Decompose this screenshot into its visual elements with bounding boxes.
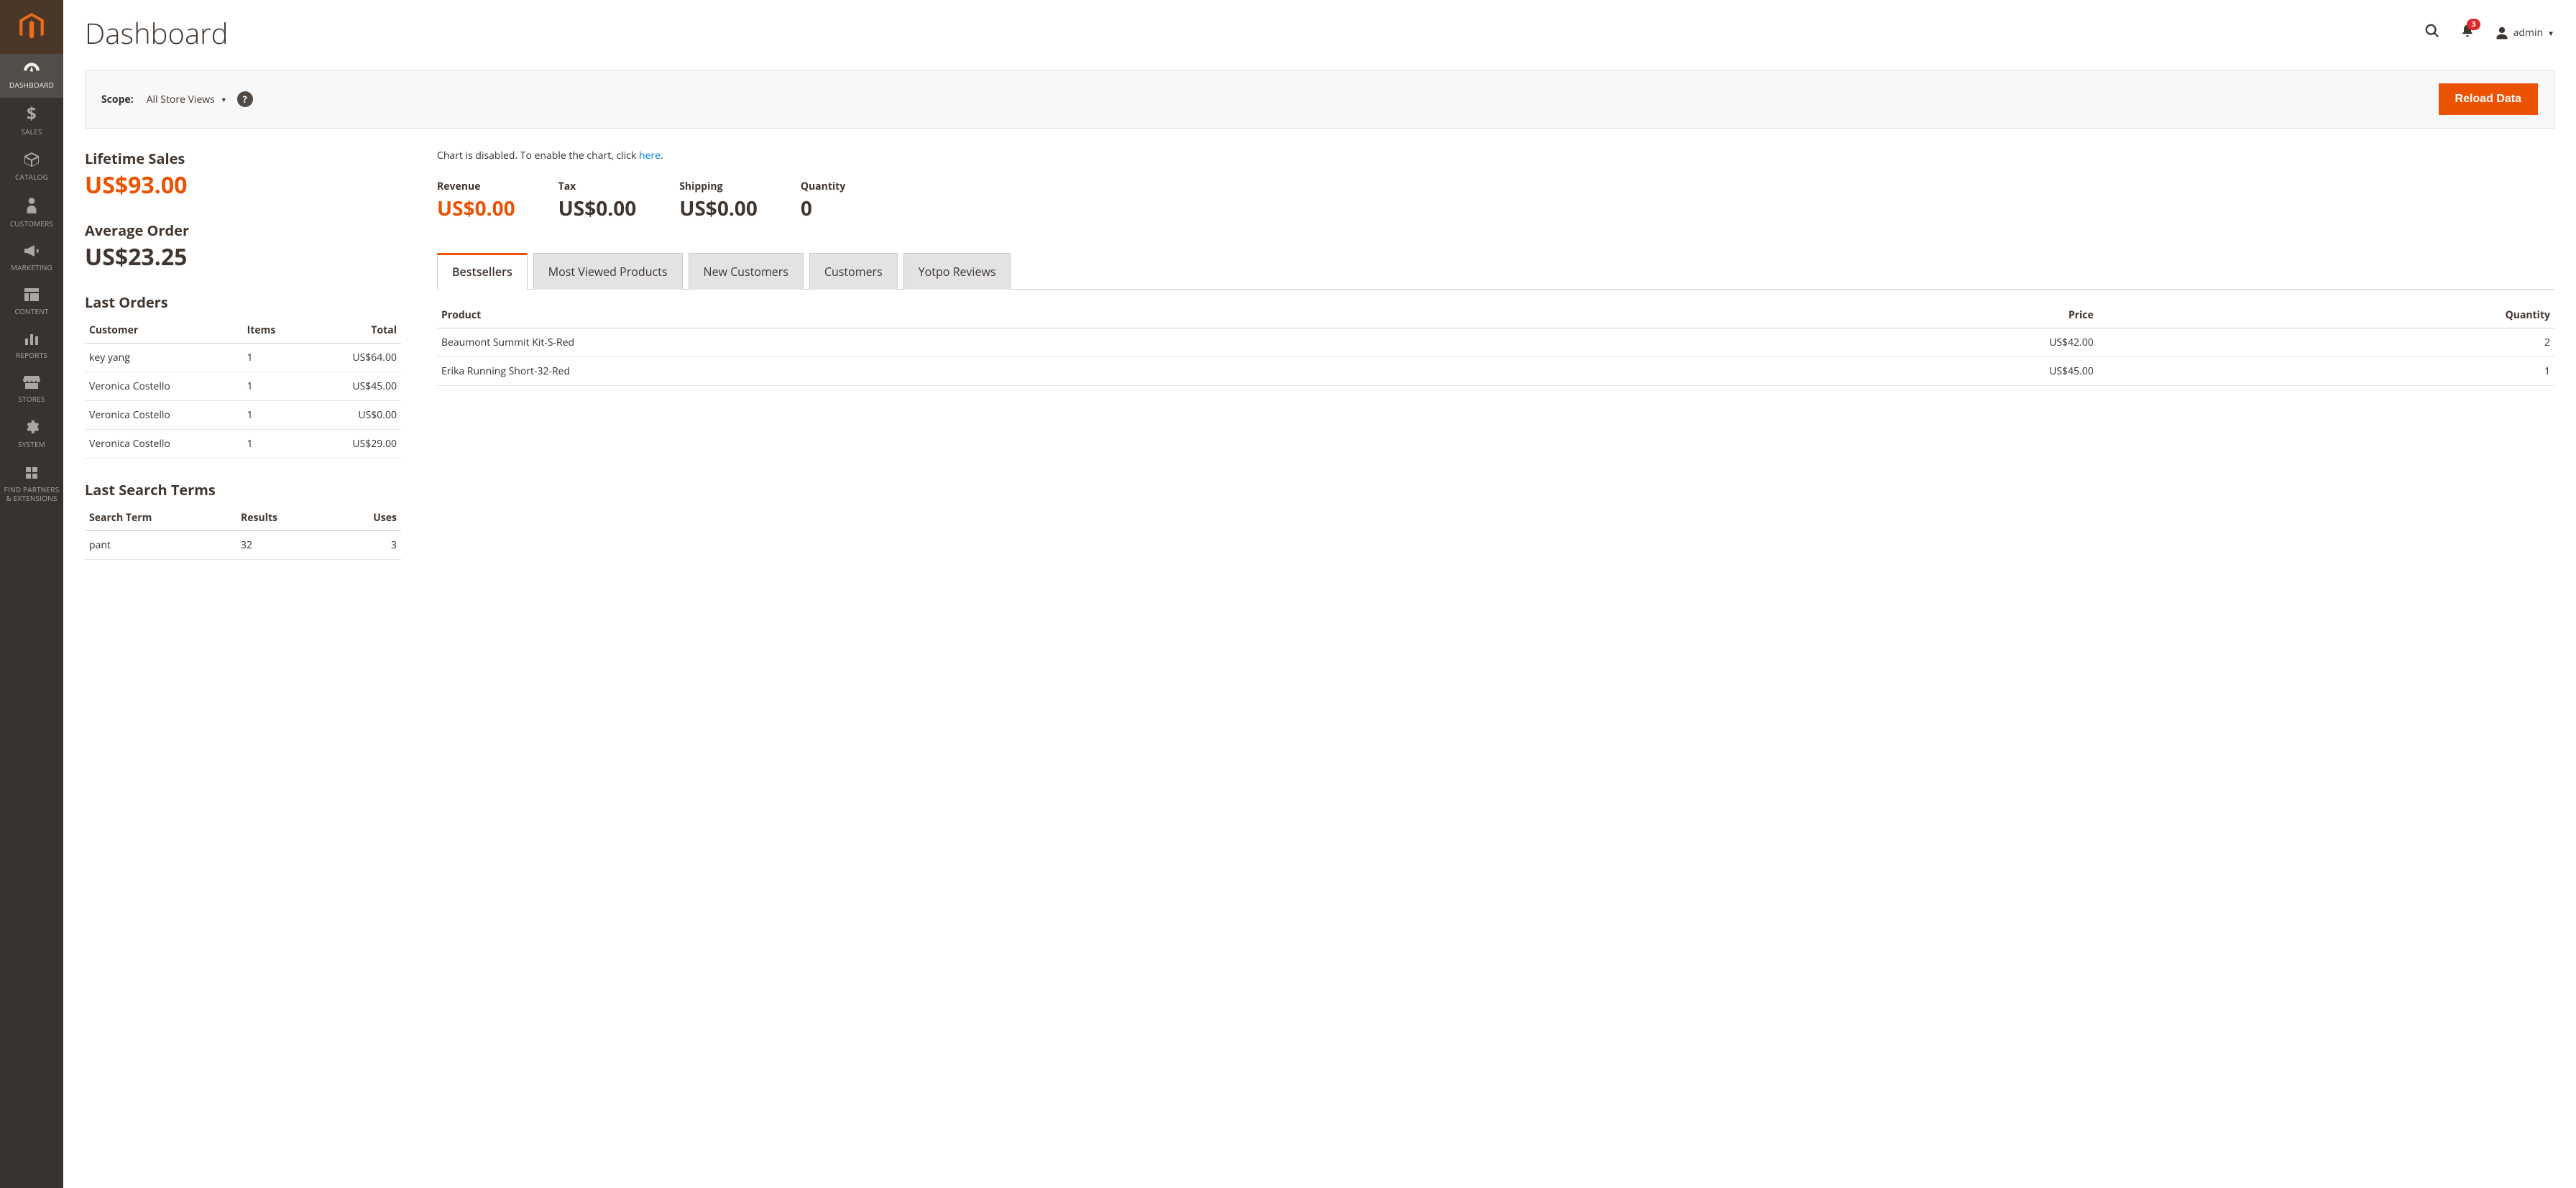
megaphone-icon: [3, 244, 60, 260]
svg-text:$: $: [27, 105, 37, 122]
magento-logo[interactable]: [0, 0, 63, 54]
bestsellers-table: Product Price Quantity Beaumont Summit K…: [437, 303, 2554, 386]
last-orders-title: Last Orders: [85, 293, 401, 312]
revenue-total: Revenue US$0.00: [437, 180, 515, 222]
cube-icon: [3, 152, 60, 170]
nav-marketing[interactable]: MARKETING: [0, 236, 63, 280]
nav-reports[interactable]: REPORTS: [0, 324, 63, 368]
gear-icon: [3, 419, 60, 437]
user-icon: [2495, 26, 2509, 40]
nav-dashboard[interactable]: DASHBOARD: [0, 54, 63, 98]
caret-down-icon: ▼: [2547, 28, 2554, 38]
nav-customers[interactable]: CUSTOMERS: [0, 190, 63, 236]
table-row[interactable]: Veronica Costello1US$45.00: [85, 372, 401, 401]
scope-bar: Scope: All Store Views ▼ ? Reload Data: [85, 70, 2554, 129]
main-content: Dashboard 3 admin ▼ Scope: All Store Vie…: [63, 0, 2576, 1188]
nav-sales[interactable]: $SALES: [0, 98, 63, 144]
enable-chart-link[interactable]: here: [639, 149, 661, 162]
lifetime-sales-stat: Lifetime Sales US$93.00: [85, 149, 401, 201]
table-row[interactable]: Erika Running Short-32-RedUS$45.001: [437, 357, 2554, 386]
tab-most-viewed-products[interactable]: Most Viewed Products: [533, 253, 683, 290]
tax-total: Tax US$0.00: [558, 180, 637, 222]
table-row[interactable]: pant323: [85, 531, 401, 560]
layout-icon: [3, 287, 60, 304]
nav-stores[interactable]: STORES: [0, 368, 63, 412]
last-orders-table: Customer Items Total key yang1US$64.00Ve…: [85, 318, 401, 459]
tab-yotpo-reviews[interactable]: Yotpo Reviews: [903, 253, 1011, 290]
notifications-icon[interactable]: 3: [2460, 23, 2475, 42]
user-label: admin: [2513, 26, 2543, 40]
table-row[interactable]: Beaumont Summit Kit-S-RedUS$42.002: [437, 328, 2554, 357]
caret-down-icon: ▼: [221, 95, 227, 104]
table-row[interactable]: Veronica Costello1US$0.00: [85, 401, 401, 430]
admin-sidebar: DASHBOARD$SALESCATALOGCUSTOMERSMARKETING…: [0, 0, 63, 1188]
bars-icon: [3, 331, 60, 348]
shipping-total: Shipping US$0.00: [679, 180, 758, 222]
nav-catalog[interactable]: CATALOG: [0, 144, 63, 190]
quantity-total: Quantity 0: [801, 180, 845, 222]
last-search-table: Search Term Results Uses pant323: [85, 505, 401, 560]
notification-count: 3: [2467, 19, 2480, 30]
nav-find-partners-extensions[interactable]: FIND PARTNERS & EXTENSIONS: [0, 457, 63, 511]
user-menu[interactable]: admin ▼: [2495, 26, 2554, 40]
gauge-icon: [3, 61, 60, 78]
nav-content[interactable]: CONTENT: [0, 280, 63, 324]
search-icon[interactable]: [2424, 23, 2440, 42]
dashboard-tabs: BestsellersMost Viewed ProductsNew Custo…: [437, 252, 2554, 290]
partners-icon: [3, 464, 60, 482]
help-icon[interactable]: ?: [237, 91, 253, 107]
page-title: Dashboard: [85, 13, 2424, 52]
last-search-title: Last Search Terms: [85, 480, 401, 499]
page-header: Dashboard 3 admin ▼: [63, 0, 2576, 60]
reload-data-button[interactable]: Reload Data: [2439, 83, 2538, 115]
chart-disabled-note: Chart is disabled. To enable the chart, …: [437, 149, 2554, 162]
nav-system[interactable]: SYSTEM: [0, 412, 63, 457]
table-row[interactable]: Veronica Costello1US$29.00: [85, 430, 401, 459]
person-icon: [3, 197, 60, 216]
table-row[interactable]: key yang1US$64.00: [85, 344, 401, 372]
magento-logo-icon: [19, 13, 44, 42]
scope-label: Scope:: [101, 93, 134, 106]
tab-customers[interactable]: Customers: [809, 253, 898, 290]
totals-row: Revenue US$0.00 Tax US$0.00 Shipping US$…: [437, 180, 2554, 222]
dollar-icon: $: [3, 105, 60, 124]
tab-new-customers[interactable]: New Customers: [689, 253, 804, 290]
scope-select[interactable]: All Store Views ▼: [147, 93, 227, 106]
bestsellers-panel: Product Price Quantity Beaumont Summit K…: [437, 290, 2554, 386]
average-order-stat: Average Order US$23.25: [85, 221, 401, 272]
tab-bestsellers[interactable]: Bestsellers: [437, 253, 528, 290]
storefront-icon: [3, 375, 60, 392]
